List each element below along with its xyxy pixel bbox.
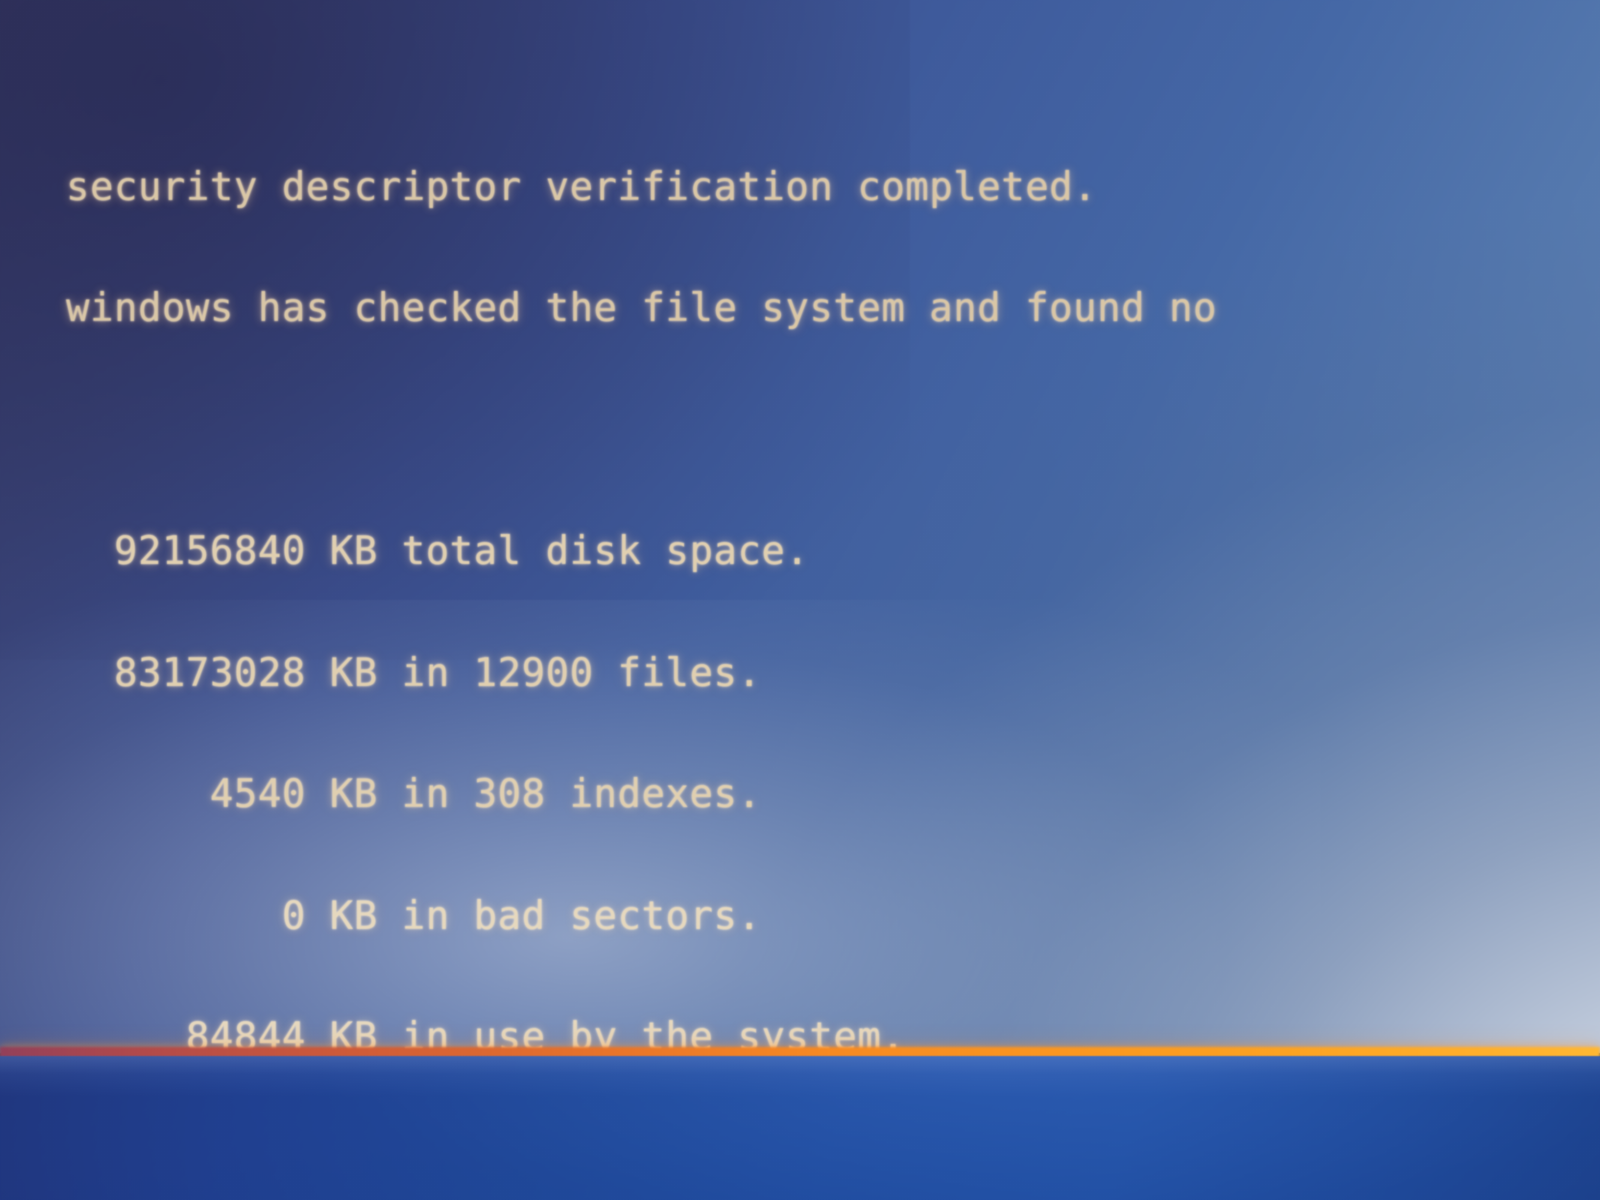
- console-line-kb-in-files: 83173028 KB in 12900 files.: [66, 650, 762, 696]
- console-line-total-disk-space: 92156840 KB total disk space.: [66, 529, 810, 574]
- console-line-kb-in-bad-sectors: 0 KB in bad sectors.: [66, 893, 762, 939]
- console-line-kb-in-indexes: 4540 KB in 308 indexes.: [66, 772, 762, 817]
- console-line-security-descriptor-verification: security descriptor verification complet…: [66, 164, 1098, 210]
- monitor-photograph: security descriptor verification complet…: [0, 0, 1600, 1200]
- console-line-spacer-1: [66, 411, 1596, 452]
- lower-blue-band: [0, 1056, 1600, 1200]
- chkdsk-output-text: security descriptor verification complet…: [66, 46, 1596, 1053]
- console-line-windows-has-checked: windows has checked the file system and …: [66, 286, 1218, 331]
- chkdsk-console-area: security descriptor verification complet…: [0, 0, 1600, 1053]
- lower-band-sheen: [0, 1056, 1600, 1096]
